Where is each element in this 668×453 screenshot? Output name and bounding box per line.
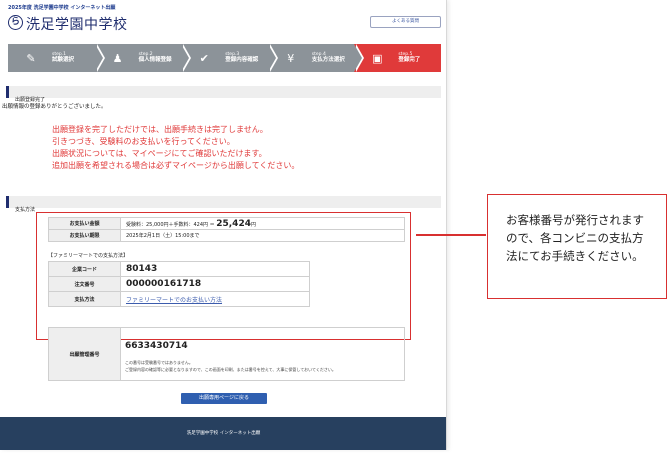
step-2: ♟ step.2 個人情報登録 — [94, 44, 192, 72]
famima-title: 【ファミリーマートでの支払方法】 — [48, 253, 129, 259]
notice-messages: 出願登録を完了しただけでは、出願手続きは完了しません。 引きつづき、受験料のお支… — [52, 124, 299, 172]
method-cell: ファミリーマートでのお支払い方法 — [120, 291, 310, 307]
back-to-application-button[interactable]: 出願専用ページに戻る — [181, 393, 267, 404]
monitor-icon: ▣ — [372, 51, 383, 65]
company-code-label: 企業コード — [48, 261, 121, 277]
order-no-label: 注文番号 — [48, 276, 121, 292]
payment-summary-table: お支払い金額 受験料：25,000円＋手数料：424円 ＝ 25,424円 お支… — [48, 217, 405, 242]
yen-icon: ¥ — [287, 51, 295, 65]
school-logo-icon: ら — [8, 15, 23, 30]
deadline-label: お支払い期限 — [48, 229, 121, 242]
application-page: 2025年度 洗足学園中学校 インターネット出願 ら 洗足学園中学校 よくある質… — [0, 0, 447, 450]
table-row: 企業コード 80143 — [48, 261, 310, 277]
step-label: 支払方法選択 — [311, 57, 345, 64]
section-header-complete: 出願登録完了 — [6, 86, 441, 103]
step-progress-bar: ✎ step.1 試験選択 ♟ step.2 個人情報登録 ✔ step.3 登録内容… — [8, 44, 441, 72]
amount-value: 受験料：25,000円＋手数料：424円 ＝ 25,424円 — [120, 217, 405, 230]
table-row: お支払い金額 受験料：25,000円＋手数料：424円 ＝ 25,424円 — [48, 217, 405, 230]
management-number: 6633430714 — [125, 341, 188, 351]
thanks-message: 出願情報の登録ありがとうございました。 — [2, 104, 107, 110]
table-row: 注文番号 000000161718 — [48, 276, 310, 292]
management-number-table: 出願管理番号 6633430714 この番号は受験番号ではありません。 ご登録内… — [48, 327, 405, 381]
callout-connector-line — [416, 234, 486, 236]
step-label: 試験選択 — [52, 57, 75, 64]
section-title: 支払方法 — [15, 207, 36, 213]
management-cell: 6633430714 この番号は受験番号ではありません。 ご登録内容の確認等に必… — [120, 327, 405, 381]
notice-line: 出願状況については、マイページにてご確認いただけます。 — [52, 149, 267, 158]
notice-line: 出願登録を完了しただけでは、出願手続きは完了しません。 — [52, 125, 268, 134]
notice-line: 引きつづき、受験料のお支払いを行ってください。 — [52, 137, 235, 146]
header-year-line: 2025年度 洗足学園中学校 インターネット出願 — [8, 5, 116, 11]
management-note: この番号は受験番号ではありません。 — [125, 360, 193, 365]
footer: 洗足学園中学校 インターネット出願 — [0, 417, 446, 450]
step-5-active: ▣ step.5 登録完了 — [354, 44, 441, 72]
company-code: 80143 — [120, 261, 310, 277]
notice-line: 追加出願を希望される場合は必ずマイページから出願してください。 — [52, 161, 300, 170]
amount-total: 25,424 — [216, 218, 251, 229]
amount-breakdown: 受験料：25,000円＋手数料：424円 ＝ — [126, 221, 215, 228]
method-label: 支払方法 — [48, 291, 121, 307]
management-note: ご登録内容の確認等に必要となりますので、この画面を印刷、または番号を控えて、大事… — [125, 367, 336, 372]
step-label: 個人情報登録 — [138, 57, 172, 64]
step-4: ¥ step.4 支払方法選択 — [267, 44, 365, 72]
step-3: ✔ step.3 登録内容確認 — [181, 44, 278, 72]
pencil-icon: ✎ — [26, 51, 36, 65]
deadline-value: 2025年2月1日（土）15:00まで — [120, 229, 405, 242]
amount-label: お支払い金額 — [48, 217, 121, 230]
table-row: お支払い期限 2025年2月1日（土）15:00まで — [48, 229, 405, 242]
school-name: 洗足学園中学校 — [26, 17, 128, 33]
table-row: 支払方法 ファミリーマートでのお支払い方法 — [48, 291, 310, 307]
step-1: ✎ step.1 試験選択 — [8, 44, 105, 72]
management-label: 出願管理番号 — [48, 327, 121, 381]
famima-payment-link[interactable]: ファミリーマートでのお支払い方法 — [126, 297, 222, 304]
famima-info-table: 企業コード 80143 注文番号 000000161718 支払方法 ファミリー… — [48, 261, 310, 307]
step-label: 登録完了 — [398, 57, 421, 64]
order-number: 000000161718 — [120, 276, 310, 292]
amount-unit: 円 — [250, 221, 256, 228]
faq-button[interactable]: よくある質問 — [370, 16, 441, 28]
person-icon: ♟ — [112, 51, 123, 65]
step-label: 登録内容確認 — [225, 57, 259, 64]
table-row: 出願管理番号 6633430714 この番号は受験番号ではありません。 ご登録内… — [48, 327, 405, 381]
section-header-payment: 支払方法 — [6, 196, 441, 213]
callout-annotation: お客様番号が発行されますので、各コンビニの支払方法にてお手続きください。 — [487, 194, 667, 299]
check-icon: ✔ — [199, 51, 209, 65]
